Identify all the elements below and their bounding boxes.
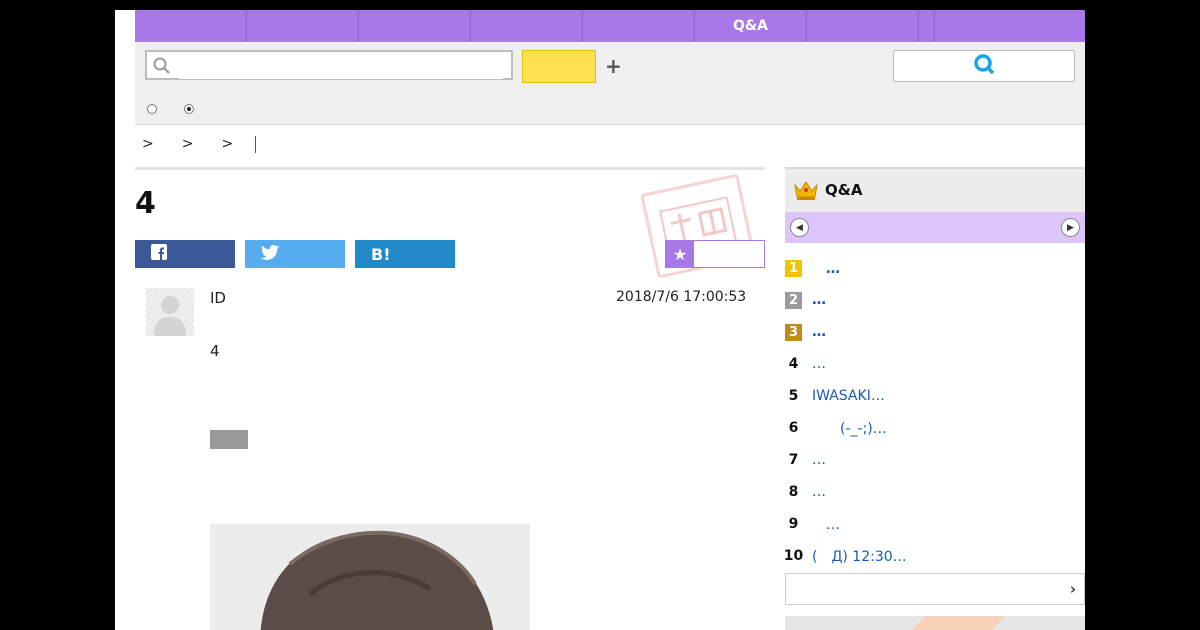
ranking-item[interactable]: 7 … <box>785 444 1085 476</box>
rank-number: 10 <box>783 548 804 564</box>
ranking-link[interactable]: … <box>812 514 840 534</box>
rank-badge: 1 <box>785 259 802 277</box>
top-nav: Q&A <box>135 10 1085 42</box>
favorite-button[interactable]: ★ <box>665 240 765 268</box>
search-option-radio-1[interactable] <box>147 104 157 114</box>
nav-item-5[interactable] <box>583 10 695 42</box>
hatena-icon: B! <box>371 244 391 264</box>
twitter-share-button[interactable] <box>245 240 345 268</box>
rank-number: 8 <box>788 484 799 500</box>
prev-arrow-icon[interactable]: ◀ <box>790 218 809 237</box>
ranking-link[interactable]: … <box>812 484 826 500</box>
ranking-item[interactable]: 9 … <box>785 508 1085 540</box>
ranking-item[interactable]: 5 IWASAKI… <box>785 380 1085 412</box>
ask-question-button[interactable] <box>893 50 1075 82</box>
ranking-link[interactable]: … <box>812 292 826 308</box>
nav-item-9[interactable] <box>935 10 1046 42</box>
question-photo <box>210 524 530 630</box>
twitter-icon <box>261 244 279 264</box>
plus-icon[interactable]: + <box>605 54 622 78</box>
search-input[interactable] <box>179 53 503 79</box>
search-band: + <box>135 42 1085 125</box>
next-arrow-icon[interactable]: ▶ <box>1061 218 1080 237</box>
ranking-link[interactable]: IWASAKI… <box>812 388 885 404</box>
breadcrumb-link-2[interactable]: > <box>182 136 194 152</box>
rank-number: 6 <box>788 420 799 436</box>
star-icon: ★ <box>666 241 694 267</box>
post-date: 2018/7/6 17:00:53 <box>616 289 747 305</box>
nav-item-4[interactable] <box>471 10 583 42</box>
nav-item-1[interactable] <box>135 10 247 42</box>
sidebar-title: Q&A <box>825 181 863 199</box>
ranking-link[interactable]: … <box>812 258 840 278</box>
divider <box>135 167 765 170</box>
ranking-link[interactable]: … <box>812 324 826 340</box>
search-option-radio-2[interactable] <box>184 104 194 114</box>
rank-number: 9 <box>788 516 799 532</box>
facebook-icon <box>151 244 167 264</box>
rank-number: 7 <box>788 452 799 468</box>
ranking-item[interactable]: 2 … <box>785 284 1085 316</box>
crown-icon <box>793 179 819 205</box>
user-id[interactable]: ID <box>210 289 226 307</box>
nav-item-qa[interactable]: Q&A <box>695 10 807 42</box>
ranking-link[interactable]: … <box>812 356 826 372</box>
facebook-share-button[interactable] <box>135 240 235 268</box>
hatena-bookmark-button[interactable]: B! <box>355 240 455 268</box>
rank-badge: 2 <box>785 291 802 309</box>
breadcrumb-link-3[interactable]: > <box>221 136 233 152</box>
search-button[interactable] <box>522 50 596 83</box>
ranking-link[interactable]: … <box>812 452 826 468</box>
ranking-item[interactable]: 6 (-_-;)… <box>785 412 1085 444</box>
rank-number: 4 <box>788 356 799 372</box>
ranking-link[interactable]: (-_-;)… <box>812 418 887 438</box>
sidebar-tabs: ◀ ▶ <box>785 212 1085 243</box>
chevron-right-icon: › <box>1069 580 1076 598</box>
category-tag[interactable] <box>210 430 248 449</box>
rank-badge: 3 <box>785 323 802 341</box>
ranking-item[interactable]: 1 … <box>785 252 1085 284</box>
nav-item-2[interactable] <box>247 10 359 42</box>
breadcrumb: > > > <box>142 134 257 154</box>
ranking-item[interactable]: 3 … <box>785 316 1085 348</box>
q-logo-icon <box>973 53 995 79</box>
nav-item-8[interactable] <box>919 10 935 42</box>
ranking-link[interactable]: ( Д) 12:30… <box>812 546 907 566</box>
question-body: 4 <box>210 342 220 360</box>
breadcrumb-link-1[interactable]: > <box>142 136 154 152</box>
sidebar-header: Q&A <box>785 167 1085 212</box>
ranking-more-button[interactable]: › <box>785 573 1085 605</box>
search-icon <box>153 57 171 79</box>
nav-item-3[interactable] <box>359 10 471 42</box>
search-box <box>145 50 513 80</box>
page: Q&A + > > > 4 B! ★ ID 2018/7/6 17:00:53 … <box>115 10 1085 630</box>
ranking-list: 1 … 2 … 3 … 4 … 5 IWASAKI… 6 (-_-;)… 7 …… <box>783 252 1085 572</box>
nav-item-7[interactable] <box>807 10 919 42</box>
ranking-item[interactable]: 10 ( Д) 12:30… <box>783 540 1085 572</box>
ranking-item[interactable]: 4 … <box>785 348 1085 380</box>
ranking-item[interactable]: 8 … <box>785 476 1085 508</box>
question-title: 4 <box>135 186 156 221</box>
breadcrumb-divider <box>255 135 257 153</box>
sidebar-banner[interactable] <box>785 616 1085 630</box>
avatar <box>146 288 194 336</box>
rank-number: 5 <box>788 388 799 404</box>
